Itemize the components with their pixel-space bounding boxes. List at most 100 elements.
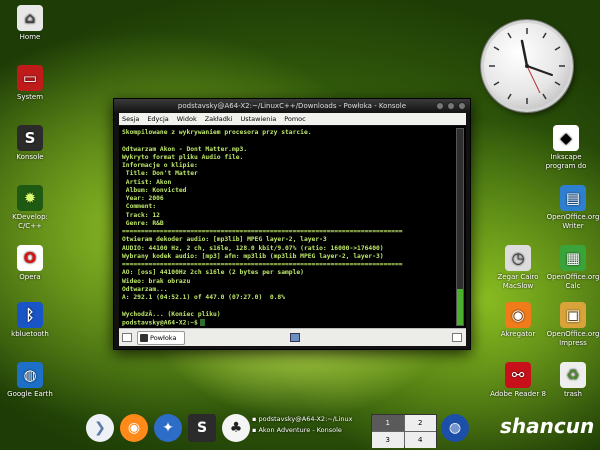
desktop-icon-label: OpenOffice.org Calc — [546, 273, 600, 290]
pager-desktop-3[interactable]: 3 — [372, 432, 404, 448]
desktop-icon-opera[interactable]: O Opera — [0, 245, 60, 282]
openoffice-calc-icon: ▦ — [560, 245, 586, 271]
desktop-icon-trash[interactable]: ♻ trash — [543, 362, 600, 399]
desktop-icon-clock-app[interactable]: ◷ Zegar Cairo MacSlow — [488, 245, 548, 291]
desktop-icon-label: KDevelop: C/C++ — [12, 213, 48, 230]
home-folder-icon: ⌂ — [17, 5, 43, 31]
desktop-icon-label: Google Earth — [7, 390, 53, 398]
terminal-line: AO: [oss] 44100Hz 2ch s16le (2 bytes per… — [122, 269, 304, 277]
desktop-icon-label: kbluetooth — [11, 330, 49, 338]
tux-launcher-icon[interactable]: ♣ — [222, 414, 250, 442]
session-icon[interactable] — [290, 333, 300, 342]
terminal-line: Wykryto format pliku Audio file. — [122, 153, 244, 161]
desktop-icon-kdevelop[interactable]: ✹ KDevelop: C/C++ — [0, 185, 60, 231]
trash-icon: ♻ — [560, 362, 586, 388]
analog-clock-widget[interactable] — [481, 20, 573, 112]
window-title: podstavsky@A64-X2:~/LinuxC++/Downloads -… — [177, 102, 407, 110]
terminal-text: Skompilowane z wykrywaniem procesora prz… — [122, 129, 454, 328]
system-tray-globe-icon[interactable]: ◍ — [441, 414, 469, 442]
network-launcher-icon[interactable]: ✦ — [154, 414, 182, 442]
desktop-icon-label: trash — [564, 390, 582, 398]
terminal-tab-icon — [140, 334, 148, 342]
desktop-icon-label: Zegar Cairo MacSlow — [497, 273, 539, 290]
desktop-icon-label: OpenOffice.org Impress — [546, 330, 600, 347]
new-tab-icon[interactable] — [122, 333, 132, 342]
desktop-icon-google-earth[interactable]: ◍ Google Earth — [0, 362, 60, 399]
desktop-icon-bluetooth[interactable]: ᛒ kbluetooth — [0, 302, 60, 339]
terminal-line: Odtwarzam Akon - Dont Matter.mp3. — [122, 145, 248, 153]
menu-sesja[interactable]: Sesja — [122, 113, 139, 125]
terminal-line: ========================================… — [122, 228, 403, 235]
task-window-list: ▪ podstavsky@A64-X2:~/Linux ▪ Akon Adven… — [252, 414, 368, 446]
menu-pomoc[interactable]: Pomoc — [284, 113, 306, 125]
window-titlebar[interactable]: podstavsky@A64-X2:~/LinuxC++/Downloads -… — [114, 99, 470, 113]
clock-face-icon — [489, 28, 565, 104]
task-item-konsole[interactable]: ▪ podstavsky@A64-X2:~/Linux — [252, 414, 368, 425]
maximize-button[interactable] — [447, 102, 455, 110]
terminal-line: Skompilowane z wykrywaniem procesora prz… — [122, 129, 312, 136]
terminal-line: WychodzĂ... (Koniec pliku) — [122, 310, 221, 318]
terminal-prompt[interactable]: podstavsky@A64-X2:~$ — [122, 318, 454, 328]
terminal-line: Title: Don't Matter — [122, 170, 198, 178]
menu-widok[interactable]: Widok — [177, 113, 197, 125]
terminal-line: Genre: R&B — [122, 219, 164, 227]
minimize-button[interactable] — [436, 102, 444, 110]
desktop-icon-openoffice-calc[interactable]: ▦ OpenOffice.org Calc — [543, 245, 600, 291]
opera-icon: O — [17, 245, 43, 271]
kde-menu-icon[interactable]: ❯ — [86, 414, 114, 442]
terminal-line: Otwieram dekoder audio: [mp3lib] MPEG la… — [122, 236, 327, 244]
desktop-icon-openoffice-writer[interactable]: ▤ OpenOffice.org Writer — [543, 185, 600, 231]
watermark-text: shancun — [500, 414, 595, 438]
pager-desktop-2[interactable]: 2 — [404, 415, 436, 431]
inkscape-icon: ◆ — [553, 125, 579, 151]
akregator-rss-icon: ◉ — [505, 302, 531, 328]
scrollbar-thumb[interactable] — [457, 289, 463, 325]
close-tab-icon[interactable] — [452, 333, 462, 342]
menu-zakladki[interactable]: Zakładki — [205, 113, 233, 125]
desktop-icon-label: OpenOffice.org Writer — [546, 213, 600, 230]
desktop-icon-label: Adobe Reader 8 — [490, 390, 546, 398]
pager-desktop-1[interactable]: 1 — [372, 415, 404, 431]
konsole-window[interactable]: podstavsky@A64-X2:~/LinuxC++/Downloads -… — [113, 98, 471, 350]
desktop-icon-label: System — [16, 93, 44, 101]
terminal-line: Comment: — [122, 203, 157, 211]
desktop-icon-label: Akregator — [500, 330, 536, 338]
terminal-output[interactable]: Skompilowane z wykrywaniem procesora prz… — [119, 126, 466, 328]
bluetooth-icon: ᛒ — [17, 302, 43, 328]
openoffice-impress-icon: ▣ — [560, 302, 586, 328]
desktop-icon-akregator-rss[interactable]: ◉ Akregator — [488, 302, 548, 339]
terminal-line: Album: Konvicted — [122, 186, 187, 194]
desktop-icon-system[interactable]: ▭ System — [0, 65, 60, 102]
menu-bar: Sesja Edycja Widok Zakładki Ustawienia P… — [119, 113, 466, 125]
pager-desktop-4[interactable]: 4 — [404, 432, 436, 448]
google-earth-icon: ◍ — [17, 362, 43, 388]
tab-powloka[interactable]: Powłoka — [137, 331, 185, 345]
desktop-icon-konsole[interactable]: S Konsole — [0, 125, 60, 162]
system-icon: ▭ — [17, 65, 43, 91]
desktop-icon-label: Opera — [19, 273, 41, 281]
task-item-konsole-2[interactable]: ▪ Akon Adventure - Konsole — [252, 425, 368, 436]
close-button[interactable] — [458, 102, 466, 110]
terminal-line: Wideo: brak obrazu — [122, 277, 191, 285]
desktop-icon-home-folder[interactable]: ⌂ Home — [0, 5, 60, 42]
terminal-line: Wybrany kodek audio: [mp3] afm: mp3lib (… — [122, 252, 384, 260]
menu-edycja[interactable]: Edycja — [147, 113, 168, 125]
openoffice-writer-icon: ▤ — [560, 185, 586, 211]
desktop-icon-label: Inkscape program do — [545, 153, 587, 170]
desktop-icon-adobe-reader[interactable]: ⚯ Adobe Reader 8 — [488, 362, 548, 399]
desktop-icon-label: Home — [19, 33, 41, 41]
desktop-icon-inkscape[interactable]: ◆ Inkscape program do — [536, 125, 596, 171]
firefox-launcher-icon[interactable]: ◉ — [120, 414, 148, 442]
konsole-launcher-icon[interactable]: S — [188, 414, 216, 442]
terminal-line: Track: 12 — [122, 211, 160, 219]
menu-ustawienia[interactable]: Ustawienia — [240, 113, 276, 125]
tab-label: Powłoka — [150, 334, 177, 342]
desktop-icon-openoffice-impress[interactable]: ▣ OpenOffice.org Impress — [543, 302, 600, 348]
text-cursor — [199, 318, 205, 326]
terminal-scrollbar[interactable] — [456, 128, 464, 326]
konsole-icon: S — [17, 125, 43, 151]
clock-app-icon: ◷ — [505, 245, 531, 271]
terminal-line: Informacje o klipie: — [122, 162, 198, 169]
terminal-line: ========================================… — [122, 261, 403, 268]
